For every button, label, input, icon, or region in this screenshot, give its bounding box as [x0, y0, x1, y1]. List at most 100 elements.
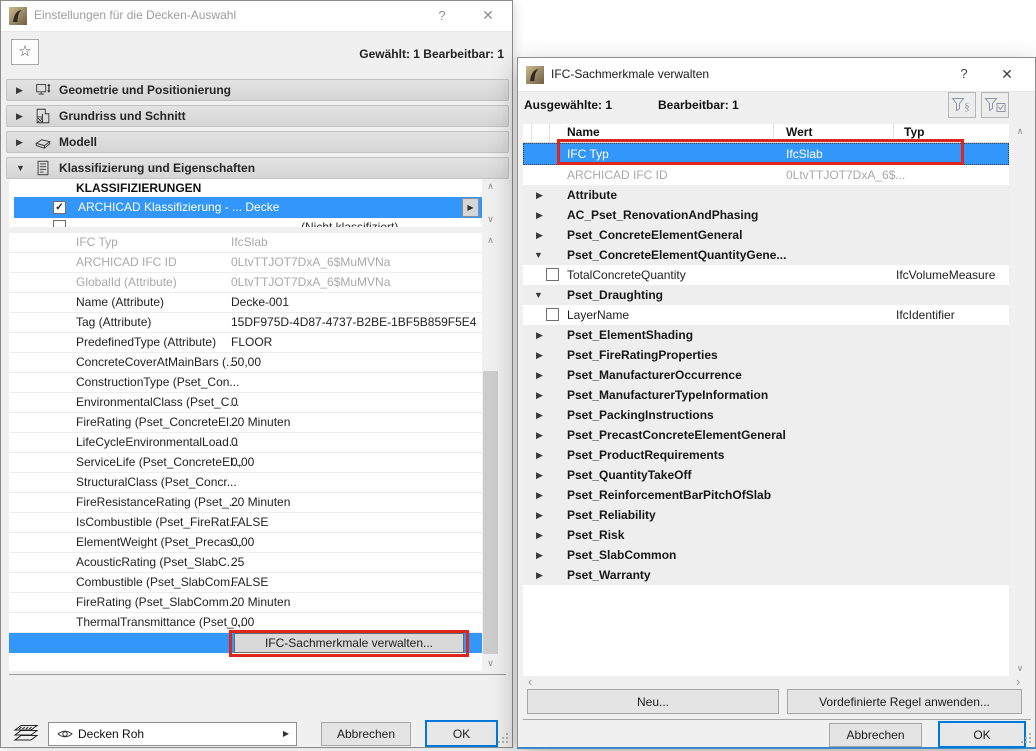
expand-arrow-icon[interactable]: ▶: [536, 225, 543, 245]
collapse-arrow-icon[interactable]: ▼: [534, 245, 543, 265]
close-button[interactable]: ✕: [478, 1, 498, 30]
favorites-button[interactable]: ☆: [11, 39, 39, 65]
scroll-down-icon[interactable]: ∨: [482, 214, 499, 225]
classifications-scrollbar[interactable]: ∧ ∨: [482, 179, 499, 227]
tree-item-row[interactable]: TotalConcreteQuantity IfcVolumeMeasure: [523, 265, 1009, 285]
classification-picker-button[interactable]: ▶: [462, 198, 479, 217]
tree-group-row[interactable]: ▶ Pset_ManufacturerTypeInformation: [523, 385, 1009, 405]
expand-arrow-icon[interactable]: ▶: [536, 545, 543, 565]
property-row[interactable]: ServiceLife (Pset_ConcreteEl... 0,00: [9, 453, 482, 473]
property-row[interactable]: StructuralClass (Pset_Concr...: [9, 473, 482, 493]
expand-arrow-icon[interactable]: ▶: [536, 465, 543, 485]
property-row[interactable]: AcousticRating (Pset_SlabC... 25: [9, 553, 482, 573]
tree-group-row[interactable]: ▼ Pset_ConcreteElementQuantityGene...: [523, 245, 1009, 265]
properties-scrollbar[interactable]: ∧ ∨: [482, 233, 499, 671]
property-row[interactable]: FireRating (Pset_SlabComm... 20 Minuten: [9, 593, 482, 613]
scroll-down-icon[interactable]: ∨: [482, 658, 499, 669]
property-row[interactable]: FireResistanceRating (Pset_... 20 Minuten: [9, 493, 482, 513]
section-bar[interactable]: ▼ Klassifizierung und Eigenschaften: [6, 157, 509, 179]
scroll-down-icon[interactable]: ∨: [1009, 663, 1031, 674]
property-row[interactable]: LifeCycleEnvironmentalLoad... 0: [9, 433, 482, 453]
tree-group-row[interactable]: ▶ Pset_ManufacturerOccurrence: [523, 365, 1009, 385]
tree-group-row[interactable]: ▶ Pset_PackingInstructions: [523, 405, 1009, 425]
classification-row-clipped[interactable]: … (Nicht klassifiziert): [14, 218, 482, 227]
checkbox-unchecked[interactable]: [546, 268, 559, 281]
section-bar[interactable]: ▶ Grundriss und Schnitt: [6, 105, 509, 127]
tree-group-row[interactable]: ▶ Pset_PrecastConcreteElementGeneral: [523, 425, 1009, 445]
property-row[interactable]: ARCHICAD IFC ID 0LtvTTJOT7DxA_6$MuMVNa: [9, 253, 482, 273]
tree-group-row[interactable]: ▶ AC_Pset_RenovationAndPhasing: [523, 205, 1009, 225]
expand-arrow-icon[interactable]: ▶: [536, 505, 543, 525]
scroll-up-icon[interactable]: ∧: [482, 181, 499, 192]
filter-checked-button[interactable]: [981, 92, 1009, 118]
property-row[interactable]: ThermalTransmittance (Pset_... 0,00: [9, 613, 482, 633]
property-row[interactable]: FireRating (Pset_ConcreteEl... 20 Minuten: [9, 413, 482, 433]
property-row[interactable]: ConcreteCoverAtMainBars (... 50,00: [9, 353, 482, 373]
layer-selector[interactable]: Decken Roh ▶: [48, 722, 297, 746]
tree-group-row[interactable]: ▶ Pset_SlabCommon: [523, 545, 1009, 565]
tree-group-row[interactable]: ▶ Pset_ReinforcementBarPitchOfSlab: [523, 485, 1009, 505]
scrollbar-thumb[interactable]: [483, 371, 498, 654]
property-row[interactable]: ConstructionType (Pset_Con...: [9, 373, 482, 393]
new-button[interactable]: Neu...: [527, 689, 779, 714]
collapse-arrow-icon[interactable]: ▼: [534, 285, 543, 305]
classification-row-selected[interactable]: ✓ ARCHICAD Klassifizierung - ... Decke ▶: [14, 197, 482, 218]
scroll-left-icon[interactable]: ‹: [528, 674, 532, 689]
property-row[interactable]: ElementWeight (Pset_Precas... 0,00: [9, 533, 482, 553]
property-row[interactable]: Tag (Attribute) 15DF975D-4D87-4737-B2BE-1…: [9, 313, 482, 333]
expand-arrow-icon[interactable]: ▶: [536, 185, 543, 205]
tree-group-row[interactable]: ▶ Pset_FireRatingProperties: [523, 345, 1009, 365]
right-dialog-titlebar[interactable]: IFC-Sachmerkmale verwalten ? ✕: [518, 58, 1035, 92]
checkbox-unchecked[interactable]: [546, 308, 559, 321]
expand-arrow-icon[interactable]: ▶: [536, 485, 543, 505]
tree-group-row[interactable]: ▶ Pset_Risk: [523, 525, 1009, 545]
manage-ifc-properties-button[interactable]: IFC-Sachmerkmale verwalten...: [234, 633, 464, 653]
cancel-button[interactable]: Abbrechen: [829, 723, 922, 747]
close-button[interactable]: ✕: [997, 58, 1017, 90]
tree-group-row[interactable]: ▶ Pset_Reliability: [523, 505, 1009, 525]
expand-arrow-icon[interactable]: ▶: [536, 385, 543, 405]
filter-rule-button[interactable]: §: [948, 92, 976, 118]
scroll-up-icon[interactable]: ∧: [482, 235, 499, 246]
property-row[interactable]: PredefinedType (Attribute) FLOOR: [9, 333, 482, 353]
property-row[interactable]: Combustible (Pset_SlabCom... FALSE: [9, 573, 482, 593]
tree-group-row[interactable]: ▶ Attribute: [523, 185, 1009, 205]
tree-group-row[interactable]: ▶ Pset_ConcreteElementGeneral: [523, 225, 1009, 245]
checkbox-checked[interactable]: ✓: [53, 201, 66, 214]
table-row-archicad-ifc-id[interactable]: ARCHICAD IFC ID 0LtvTTJOT7DxA_6$...: [523, 165, 1009, 185]
expand-arrow-icon[interactable]: ▶: [536, 565, 543, 585]
scroll-right-icon[interactable]: ›: [1016, 674, 1020, 689]
help-button[interactable]: ?: [954, 58, 974, 90]
tree-item-row[interactable]: LayerName IfcIdentifier: [523, 305, 1009, 325]
expand-arrow-icon[interactable]: ▶: [536, 205, 543, 225]
section-bar[interactable]: ▶ Geometrie und Positionierung: [6, 79, 509, 101]
tree-group-row[interactable]: ▶ Pset_Warranty: [523, 565, 1009, 585]
tree-group-row[interactable]: ▶ Pset_ElementShading: [523, 325, 1009, 345]
property-row[interactable]: Name (Attribute) Decke-001: [9, 293, 482, 313]
resize-grip[interactable]: [1021, 733, 1032, 744]
ok-button[interactable]: OK: [938, 721, 1026, 748]
expand-arrow-icon[interactable]: ▶: [536, 445, 543, 465]
section-bar[interactable]: ▶ Modell: [6, 131, 509, 153]
ok-button[interactable]: OK: [425, 720, 498, 747]
property-row[interactable]: GlobalId (Attribute) 0LtvTTJOT7DxA_6$MuMV…: [9, 273, 482, 293]
cancel-button[interactable]: Abbrechen: [321, 722, 411, 746]
expand-arrow-icon[interactable]: ▶: [536, 425, 543, 445]
apply-predefined-rule-button[interactable]: Vordefinierte Regel anwenden...: [787, 689, 1022, 714]
property-row[interactable]: IFC Typ IfcSlab: [9, 233, 482, 253]
expand-arrow-icon[interactable]: ▶: [536, 325, 543, 345]
expand-arrow-icon[interactable]: ▶: [536, 345, 543, 365]
checkbox-unchecked[interactable]: [53, 220, 66, 227]
expand-arrow-icon[interactable]: ▶: [536, 405, 543, 425]
manage-row-highlight[interactable]: IFC-Sachmerkmale verwalten...: [9, 633, 482, 653]
property-row[interactable]: IsCombustible (Pset_FireRat... FALSE: [9, 513, 482, 533]
expand-arrow-icon[interactable]: ▶: [536, 525, 543, 545]
table-scrollbar[interactable]: ∧ ∨: [1009, 124, 1031, 676]
expand-arrow-icon[interactable]: ▶: [536, 365, 543, 385]
left-dialog-titlebar[interactable]: Einstellungen für die Decken-Auswahl ? ✕: [1, 1, 512, 32]
scroll-up-icon[interactable]: ∧: [1009, 126, 1031, 137]
tree-group-row[interactable]: ▼ Pset_Draughting: [523, 285, 1009, 305]
tree-group-row[interactable]: ▶ Pset_QuantityTakeOff: [523, 465, 1009, 485]
table-row-selected-ifc-typ[interactable]: IFC Typ IfcSlab: [523, 143, 1009, 165]
property-row[interactable]: EnvironmentalClass (Pset_C... 0: [9, 393, 482, 413]
